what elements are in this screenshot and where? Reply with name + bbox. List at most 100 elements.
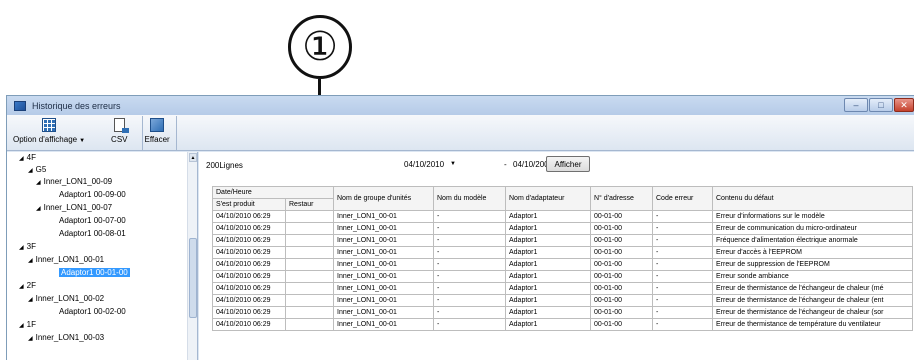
show-button[interactable]: Afficher: [546, 156, 590, 172]
column-header-code[interactable]: Code erreur: [652, 186, 713, 211]
collapse-arrow-icon[interactable]: ◢: [36, 180, 41, 186]
tree-item[interactable]: Adaptor1 00-02-00: [59, 306, 126, 318]
cell-content: Erreur d'accès à l'EEPROM: [712, 246, 913, 259]
cell-model: -: [433, 270, 506, 283]
cell-code: -: [652, 258, 713, 271]
tree-item[interactable]: ◢ Inner_LON1_00-07: [36, 202, 112, 214]
collapse-arrow-icon[interactable]: ◢: [28, 258, 33, 264]
column-header-content[interactable]: Contenu du défaut: [712, 186, 913, 211]
minimize-button[interactable]: –: [844, 98, 868, 112]
table-row[interactable]: 04/10/2010 06:29 Inner_LON1_00-01- Adaptor…: [212, 282, 913, 295]
cell-content: Erreur de communication du micro-ordinat…: [712, 222, 913, 235]
collapse-arrow-icon[interactable]: ◢: [28, 336, 33, 342]
cell-adapter: Adaptor1: [505, 318, 591, 331]
cell-restored: [285, 246, 334, 259]
tree-item[interactable]: ◢ Inner_LON1_00-03: [28, 332, 104, 344]
scroll-thumb[interactable]: [189, 238, 197, 318]
cell-restored: [285, 234, 334, 247]
tree-item[interactable]: Adaptor1 00-08-01: [59, 228, 126, 240]
csv-button[interactable]: CSV: [105, 115, 133, 144]
cell-restored: [285, 294, 334, 307]
cell-address: 00-01-00: [590, 306, 653, 319]
column-header-group[interactable]: Nom de groupe d'unités: [333, 186, 434, 211]
table-row[interactable]: 04/10/2010 06:29 Inner_LON1_00-01- Adaptor…: [212, 222, 913, 235]
table-row[interactable]: 04/10/2010 06:29 Inner_LON1_00-01- Adaptor…: [212, 270, 913, 283]
line-count: 200Lignes: [206, 161, 243, 170]
collapse-arrow-icon[interactable]: ◢: [19, 284, 24, 290]
column-header-adapter[interactable]: Nom d'adaptateur: [505, 186, 591, 211]
table-row[interactable]: 04/10/2010 06:29 Inner_LON1_00-01- Adaptor…: [212, 258, 913, 271]
cell-content: Erreur de thermistance de l'échangeur de…: [712, 282, 913, 295]
cell-address: 00-01-00: [590, 210, 653, 223]
cell-model: -: [433, 246, 506, 259]
table-row[interactable]: 04/10/2010 06:29 Inner_LON1_00-01- Adaptor…: [212, 294, 913, 307]
scroll-up-icon[interactable]: ▲: [189, 153, 197, 162]
cell-code: -: [652, 294, 713, 307]
cell-address: 00-01-00: [590, 222, 653, 235]
tree-item[interactable]: ◢ G5: [28, 164, 46, 176]
clear-button[interactable]: Effacer: [143, 115, 176, 144]
cell-restored: [285, 258, 334, 271]
app-icon: [14, 100, 26, 111]
cell-content: Erreur d'informations sur le modèle: [712, 210, 913, 223]
cell-adapter: Adaptor1: [505, 306, 591, 319]
column-header-address[interactable]: N° d'adresse: [590, 186, 653, 211]
cell-address: 00-01-00: [590, 234, 653, 247]
date-range-separator: -: [504, 160, 507, 169]
table-row[interactable]: 04/10/2010 06:29 Inner_LON1_00-01- Adaptor…: [212, 234, 913, 247]
tree-item[interactable]: ◢ Inner_LON1_00-01: [28, 254, 104, 266]
collapse-arrow-icon[interactable]: ◢: [36, 206, 41, 212]
collapse-arrow-icon[interactable]: ◢: [19, 245, 24, 251]
cell-group: Inner_LON1_00-01: [333, 282, 434, 295]
maximize-button[interactable]: □: [869, 98, 893, 112]
close-button[interactable]: ✕: [894, 98, 914, 112]
clear-label: Effacer: [144, 135, 170, 144]
cell-restored: [285, 210, 334, 223]
column-header-restored[interactable]: Restaur: [285, 198, 334, 211]
collapse-arrow-icon[interactable]: ◢: [28, 297, 33, 303]
collapse-arrow-icon[interactable]: ◢: [19, 156, 24, 162]
column-header-model[interactable]: Nom du modèle: [433, 186, 506, 211]
cell-content: Fréquence d'alimentation électrique anor…: [712, 234, 913, 247]
column-header-date[interactable]: Date/Heure: [212, 186, 334, 199]
tree-item[interactable]: ◢ 4F: [19, 152, 36, 164]
tree-item[interactable]: ◢ 2F: [19, 280, 36, 292]
toolbar-separator: [175, 116, 177, 150]
callout-number: ①: [288, 15, 352, 79]
window-controls: – □ ✕: [844, 98, 914, 112]
table-row[interactable]: 04/10/2010 06:29 Inner_LON1_00-01- Adaptor…: [212, 306, 913, 319]
tree-item-selected[interactable]: Adaptor1 00-01-00: [59, 267, 130, 279]
cell-date: 04/10/2010 06:29: [212, 234, 286, 247]
display-option-button[interactable]: Option d'affichage ▼: [7, 115, 91, 144]
cell-restored: [285, 282, 334, 295]
tree-item[interactable]: ◢ 3F: [19, 241, 36, 253]
tree-item[interactable]: ◢ Inner_LON1_00-02: [28, 293, 104, 305]
collapse-arrow-icon[interactable]: ◢: [28, 168, 33, 174]
group-tree[interactable]: ◢ 4F ◢ G5 ◢ Inner_LON1_00-09 Adaptor1 00-09…: [7, 152, 198, 360]
cell-address: 00-01-00: [590, 258, 653, 271]
table-row[interactable]: 04/10/2010 06:29 Inner_LON1_00-01- Adaptor…: [212, 318, 913, 331]
tree-item[interactable]: ◢ 1F: [19, 319, 36, 331]
csv-label: CSV: [111, 135, 128, 144]
collapse-arrow-icon[interactable]: ◢: [19, 323, 24, 329]
cell-group: Inner_LON1_00-01: [333, 306, 434, 319]
tree-item[interactable]: Adaptor1 00-09-00: [59, 189, 126, 201]
tree-scrollbar[interactable]: ▲: [187, 152, 197, 360]
dropdown-caret-icon[interactable]: ▼: [450, 161, 456, 167]
title-bar: Historique des erreurs – □ ✕: [7, 96, 914, 115]
cell-adapter: Adaptor1: [505, 222, 591, 235]
tree-item[interactable]: Adaptor1 00-07-00: [59, 215, 126, 227]
column-header-occurred[interactable]: S'est produit: [212, 198, 286, 211]
table-row[interactable]: 04/10/2010 06:29 Inner_LON1_00-01- Adaptor…: [212, 246, 913, 259]
cell-address: 00-01-00: [590, 270, 653, 283]
cell-group: Inner_LON1_00-01: [333, 210, 434, 223]
cell-date: 04/10/2010 06:29: [212, 318, 286, 331]
tree-item[interactable]: ◢ Inner_LON1_00-09: [36, 176, 112, 188]
cell-code: -: [652, 210, 713, 223]
table-row[interactable]: 04/10/2010 06:29 Inner_LON1_00-01- Adaptor…: [212, 210, 913, 223]
date-from-picker[interactable]: 04/10/2010 ▼: [404, 157, 456, 171]
cell-adapter: Adaptor1: [505, 246, 591, 259]
cell-group: Inner_LON1_00-01: [333, 234, 434, 247]
cell-adapter: Adaptor1: [505, 210, 591, 223]
cell-restored: [285, 306, 334, 319]
